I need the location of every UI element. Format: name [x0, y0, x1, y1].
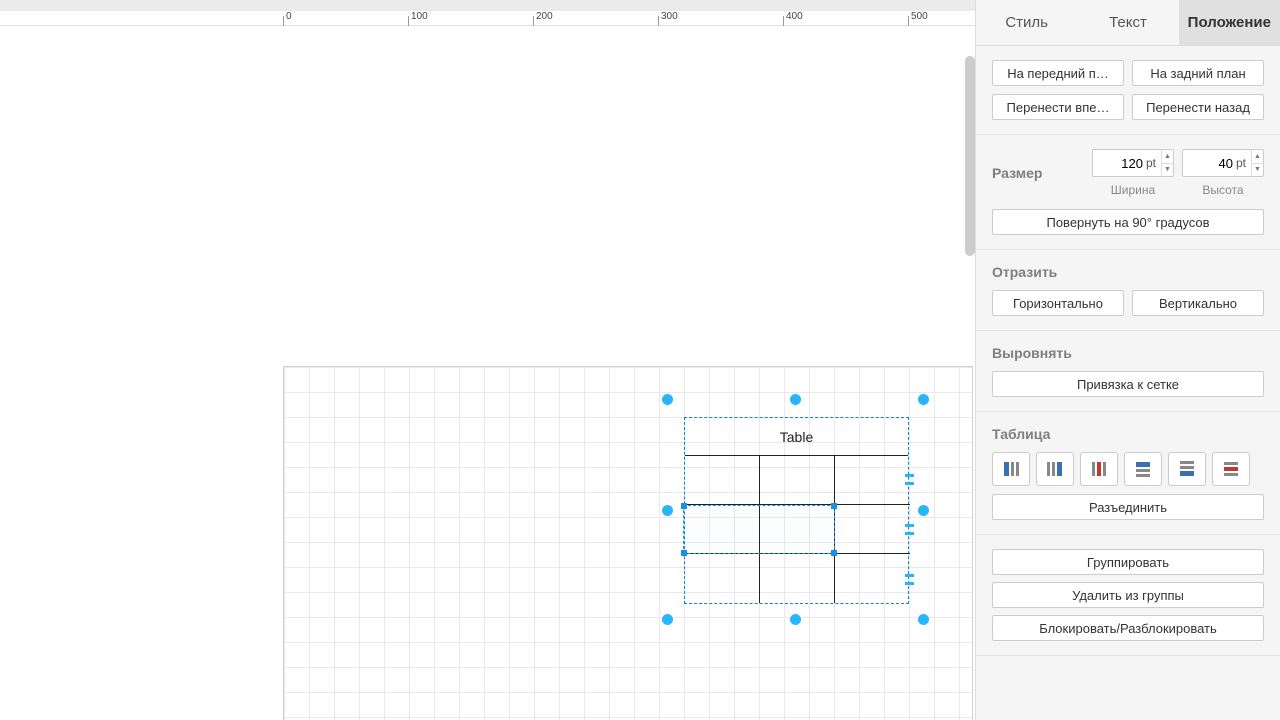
resize-handle[interactable] — [662, 614, 673, 625]
resize-handle[interactable] — [918, 614, 929, 625]
ruler-tick-label: 400 — [786, 11, 803, 22]
delete-row-icon — [1221, 459, 1241, 479]
vertical-scrollbar[interactable] — [965, 56, 975, 256]
panel-group: Группировать Удалить из группы Блокирова… — [976, 535, 1280, 656]
insert-row-above-icon — [1133, 459, 1153, 479]
resize-handle[interactable] — [918, 394, 929, 405]
ruler-tick-label: 200 — [536, 11, 553, 22]
resize-handle[interactable] — [662, 505, 673, 516]
tab-text[interactable]: Текст — [1077, 0, 1178, 45]
rotate-90-button[interactable]: Повернуть на 90° градусов — [992, 209, 1264, 235]
ungroup-button[interactable]: Удалить из группы — [992, 582, 1264, 608]
group-button[interactable]: Группировать — [992, 549, 1264, 575]
insert-column-right-button[interactable] — [1036, 452, 1074, 486]
delete-column-icon — [1089, 459, 1109, 479]
table-title-cell[interactable]: Table — [685, 418, 908, 456]
width-field[interactable] — [1093, 156, 1145, 171]
size-label: Размер — [992, 165, 1042, 181]
width-spinner[interactable]: ▲▼ — [1161, 150, 1173, 176]
spinner-down-icon[interactable]: ▼ — [1162, 164, 1173, 177]
bring-forward-button[interactable]: Перенести впе… — [992, 94, 1124, 120]
unit-label: pt — [1236, 156, 1246, 170]
resize-handle[interactable] — [918, 505, 929, 516]
cell-selection[interactable] — [683, 505, 835, 554]
tab-style[interactable]: Стиль — [976, 0, 1077, 45]
selection-corner-handle[interactable] — [831, 550, 837, 556]
panel-flip: Отразить Горизонтально Вертикально — [976, 250, 1280, 331]
topbar-strip — [0, 0, 975, 11]
bring-to-front-button[interactable]: На передний п… — [992, 60, 1124, 86]
row-divider-handle[interactable] — [905, 524, 914, 535]
table-cell[interactable] — [685, 456, 760, 505]
selection-corner-handle[interactable] — [681, 503, 687, 509]
width-input[interactable]: pt ▲▼ — [1092, 149, 1174, 177]
spinner-down-icon[interactable]: ▼ — [1252, 164, 1263, 177]
table-cell[interactable] — [760, 456, 835, 505]
send-backward-button[interactable]: Перенести назад — [1132, 94, 1264, 120]
unit-label: pt — [1146, 156, 1156, 170]
horizontal-ruler: 0 100 200 300 400 500 — [0, 11, 975, 26]
table-cell[interactable] — [835, 456, 910, 505]
table-label: Таблица — [992, 426, 1264, 442]
insert-column-left-button[interactable] — [992, 452, 1030, 486]
send-to-back-button[interactable]: На задний план — [1132, 60, 1264, 86]
table-cell[interactable] — [835, 505, 910, 554]
row-divider-handle[interactable] — [905, 474, 914, 485]
table-cell[interactable] — [760, 554, 835, 603]
lock-unlock-button[interactable]: Блокировать/Разблокировать — [992, 615, 1264, 641]
panel-align: Выровнять Привязка к сетке — [976, 331, 1280, 412]
width-label: Ширина — [1111, 183, 1155, 197]
height-input[interactable]: pt ▲▼ — [1182, 149, 1264, 177]
flip-vertical-button[interactable]: Вертикально — [1132, 290, 1264, 316]
resize-handle[interactable] — [662, 394, 673, 405]
delete-row-button[interactable] — [1212, 452, 1250, 486]
resize-handle[interactable] — [790, 394, 801, 405]
insert-column-right-icon — [1045, 459, 1065, 479]
table-cell[interactable] — [685, 554, 760, 603]
properties-sidebar: Стиль Текст Положение На передний п… На … — [975, 0, 1280, 720]
insert-row-below-button[interactable] — [1168, 452, 1206, 486]
snap-to-grid-button[interactable]: Привязка к сетке — [992, 371, 1264, 397]
ruler-tick-label: 0 — [286, 11, 292, 22]
flip-label: Отразить — [992, 264, 1264, 280]
page[interactable]: Table — [283, 366, 973, 720]
insert-row-below-icon — [1177, 459, 1197, 479]
canvas-area: 0 100 200 300 400 500 Table — [0, 0, 975, 720]
sidebar-tabs: Стиль Текст Положение — [976, 0, 1280, 46]
ruler-tick-label: 300 — [661, 11, 678, 22]
flip-horizontal-button[interactable]: Горизонтально — [992, 290, 1124, 316]
panel-zorder: На передний п… На задний план Перенести … — [976, 46, 1280, 135]
height-field[interactable] — [1183, 156, 1235, 171]
align-label: Выровнять — [992, 345, 1264, 361]
height-spinner[interactable]: ▲▼ — [1251, 150, 1263, 176]
selection-corner-handle[interactable] — [681, 550, 687, 556]
height-label: Высота — [1202, 183, 1243, 197]
delete-column-button[interactable] — [1080, 452, 1118, 486]
canvas-viewport[interactable]: Table — [0, 26, 975, 720]
ruler-tick-label: 500 — [911, 11, 928, 22]
tab-position[interactable]: Положение — [1179, 0, 1280, 45]
panel-table: Таблица Разъединить — [976, 412, 1280, 535]
insert-row-above-button[interactable] — [1124, 452, 1162, 486]
ruler-tick-label: 100 — [411, 11, 428, 22]
row-divider-handle[interactable] — [905, 574, 914, 585]
spinner-up-icon[interactable]: ▲ — [1162, 150, 1173, 164]
panel-size: Размер pt ▲▼ Ширина pt — [976, 135, 1280, 250]
split-cells-button[interactable]: Разъединить — [992, 494, 1264, 520]
insert-column-left-icon — [1001, 459, 1021, 479]
resize-handle[interactable] — [790, 614, 801, 625]
spinner-up-icon[interactable]: ▲ — [1252, 150, 1263, 164]
selection-corner-handle[interactable] — [831, 503, 837, 509]
table-cell[interactable] — [835, 554, 910, 603]
